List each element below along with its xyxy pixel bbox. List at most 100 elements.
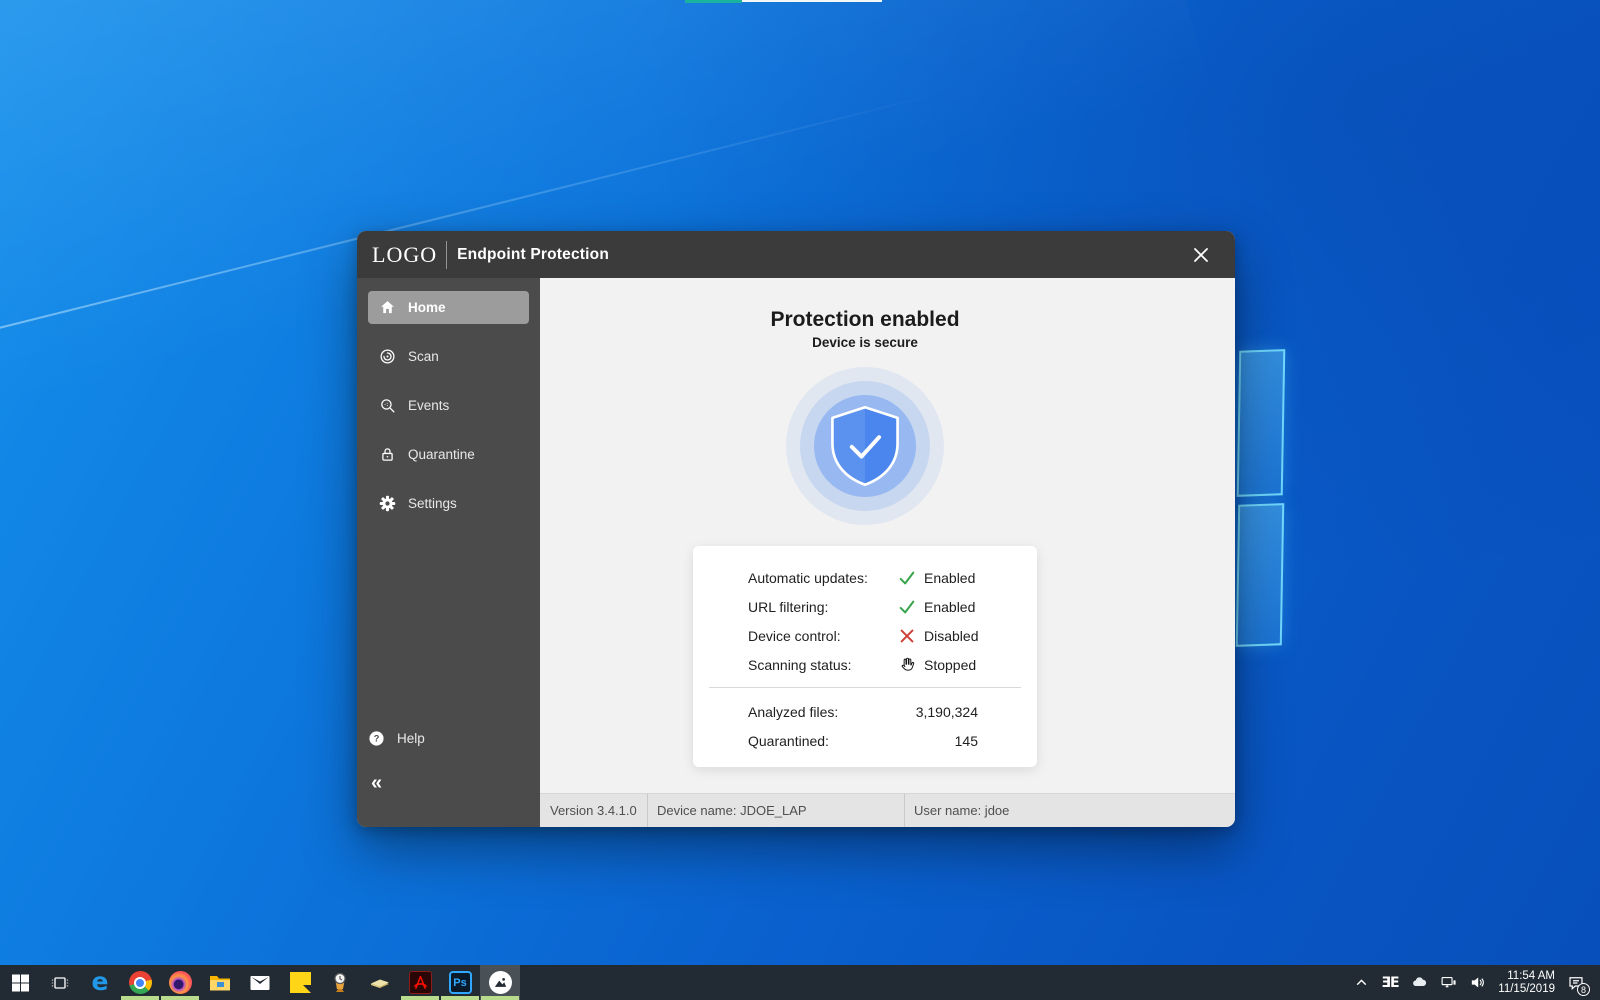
- sidebar-item-label: Home: [408, 300, 446, 315]
- protection-status-heading: Protection enabled: [770, 308, 959, 332]
- sidebar-item-quarantine[interactable]: Quarantine: [368, 438, 529, 471]
- sidebar-item-label: Quarantine: [408, 447, 475, 462]
- quarantine-lock-icon: [379, 446, 396, 463]
- check-icon: [898, 598, 916, 616]
- running-indicator: [401, 996, 439, 1000]
- taskbar-item-photos-active[interactable]: [480, 965, 520, 1000]
- sidebar-item-events[interactable]: Events: [368, 389, 529, 422]
- stop-hand-icon: [898, 656, 916, 674]
- taskbar-item-book[interactable]: [360, 965, 400, 1000]
- status-value: Stopped: [924, 657, 976, 673]
- system-tray: ƎE 11:54 AM 11/15/2019: [1350, 965, 1600, 1000]
- network-icon: [1440, 974, 1457, 991]
- help-icon: ?: [368, 730, 385, 747]
- sidebar-item-label: Settings: [408, 496, 457, 511]
- taskbar-item-time-tracker[interactable]: [320, 965, 360, 1000]
- time-tracker-icon: [328, 971, 352, 995]
- protection-status-subheading: Device is secure: [812, 335, 918, 350]
- chevron-up-icon: [1353, 974, 1370, 991]
- running-indicator: [121, 996, 159, 1000]
- status-row-device-control: Device control: Disabled: [693, 621, 1037, 650]
- settings-gear-icon: [379, 495, 396, 512]
- counter-label: Analyzed files:: [748, 704, 898, 720]
- hidden-window-edge-white: [742, 0, 882, 2]
- book-icon: [368, 971, 392, 995]
- cloud-icon: [1411, 974, 1428, 991]
- windows-start-icon: [12, 975, 29, 992]
- file-explorer-icon: [208, 971, 232, 995]
- clock-date: 11/15/2019: [1495, 983, 1555, 996]
- tray-volume[interactable]: [1466, 965, 1488, 1000]
- task-view-button[interactable]: [40, 965, 80, 1000]
- task-view-icon: [50, 973, 70, 993]
- counter-row-analyzed-files: Analyzed files: 3,190,324: [693, 697, 1037, 726]
- sidebar-item-scan[interactable]: Scan: [368, 340, 529, 373]
- status-value: Enabled: [924, 570, 975, 586]
- status-label: Automatic updates:: [748, 570, 898, 586]
- running-indicator: [441, 996, 479, 1000]
- photoshop-icon: Ps: [449, 971, 472, 994]
- taskbar-item-edge[interactable]: e: [80, 965, 120, 1000]
- taskbar-item-file-explorer[interactable]: [200, 965, 240, 1000]
- shield-graphic: [786, 367, 944, 525]
- check-icon: [898, 569, 916, 587]
- taskbar: e: [0, 965, 1600, 1000]
- status-card: Automatic updates: Enabled URL filtering…: [693, 546, 1037, 767]
- action-center-button[interactable]: 8: [1562, 965, 1590, 1000]
- close-button[interactable]: [1181, 231, 1221, 278]
- collapse-chevrons-icon: «: [371, 772, 380, 794]
- sidebar-item-label: Events: [408, 398, 449, 413]
- windows-logo-pane-bottom: [1236, 503, 1284, 647]
- status-label: URL filtering:: [748, 599, 898, 615]
- endpoint-protection-window: LOGO Endpoint Protection Home Scan: [357, 231, 1235, 827]
- taskbar-item-chrome[interactable]: [120, 965, 160, 1000]
- firefox-icon: [169, 971, 192, 994]
- tray-endpoint-app[interactable]: ƎE: [1379, 965, 1401, 1000]
- scan-icon: [379, 348, 396, 365]
- taskbar-item-mail[interactable]: [240, 965, 280, 1000]
- status-label: Scanning status:: [748, 657, 898, 673]
- titlebar-divider: [446, 241, 447, 269]
- counter-row-quarantined: Quarantined: 145: [693, 726, 1037, 755]
- tray-onedrive[interactable]: [1408, 965, 1430, 1000]
- app-logo: LOGO: [372, 242, 437, 268]
- edge-icon: e: [92, 969, 109, 994]
- running-indicator: [161, 996, 199, 1000]
- status-row-url-filtering: URL filtering: Enabled: [693, 592, 1037, 621]
- cross-icon: [898, 627, 916, 645]
- svg-text:?: ?: [374, 734, 380, 744]
- counter-value: 3,190,324: [898, 704, 978, 720]
- speaker-icon: [1469, 974, 1486, 991]
- tray-show-hidden-icons[interactable]: [1350, 965, 1372, 1000]
- shield-check-icon: [821, 402, 909, 490]
- close-icon: [1193, 247, 1209, 263]
- main-content: Protection enabled Device is secure Auto…: [540, 278, 1235, 793]
- chrome-icon: [129, 971, 152, 994]
- taskbar-clock[interactable]: 11:54 AM 11/15/2019: [1495, 970, 1555, 996]
- sidebar-item-settings[interactable]: Settings: [368, 487, 529, 520]
- clock-time: 11:54 AM: [1495, 970, 1555, 983]
- photos-icon: [489, 971, 512, 994]
- help-label: Help: [397, 731, 425, 746]
- user-name-label: User name: jdoe: [905, 794, 1235, 827]
- windows-logo-pane-top: [1237, 349, 1286, 497]
- sidebar: Home Scan Events: [357, 278, 540, 827]
- status-row-automatic-updates: Automatic updates: Enabled: [693, 563, 1037, 592]
- taskbar-item-firefox[interactable]: [160, 965, 200, 1000]
- sidebar-item-home[interactable]: Home: [368, 291, 529, 324]
- taskbar-item-sticky-notes[interactable]: [280, 965, 320, 1000]
- endpoint-tray-icon: ƎE: [1381, 975, 1398, 991]
- collapse-sidebar-button[interactable]: «: [371, 772, 380, 795]
- tray-network[interactable]: [1437, 965, 1459, 1000]
- status-label: Device control:: [748, 628, 898, 644]
- desktop-wallpaper: LOGO Endpoint Protection Home Scan: [0, 0, 1600, 1000]
- titlebar: LOGO Endpoint Protection: [357, 231, 1235, 278]
- notification-badge: 8: [1577, 983, 1590, 996]
- sidebar-item-help[interactable]: ? Help: [357, 722, 540, 755]
- counter-value: 145: [898, 733, 978, 749]
- start-button[interactable]: [0, 965, 40, 1000]
- taskbar-item-photoshop[interactable]: Ps: [440, 965, 480, 1000]
- events-icon: [379, 397, 396, 414]
- status-value: Disabled: [924, 628, 978, 644]
- taskbar-item-acrobat-reader[interactable]: [400, 965, 440, 1000]
